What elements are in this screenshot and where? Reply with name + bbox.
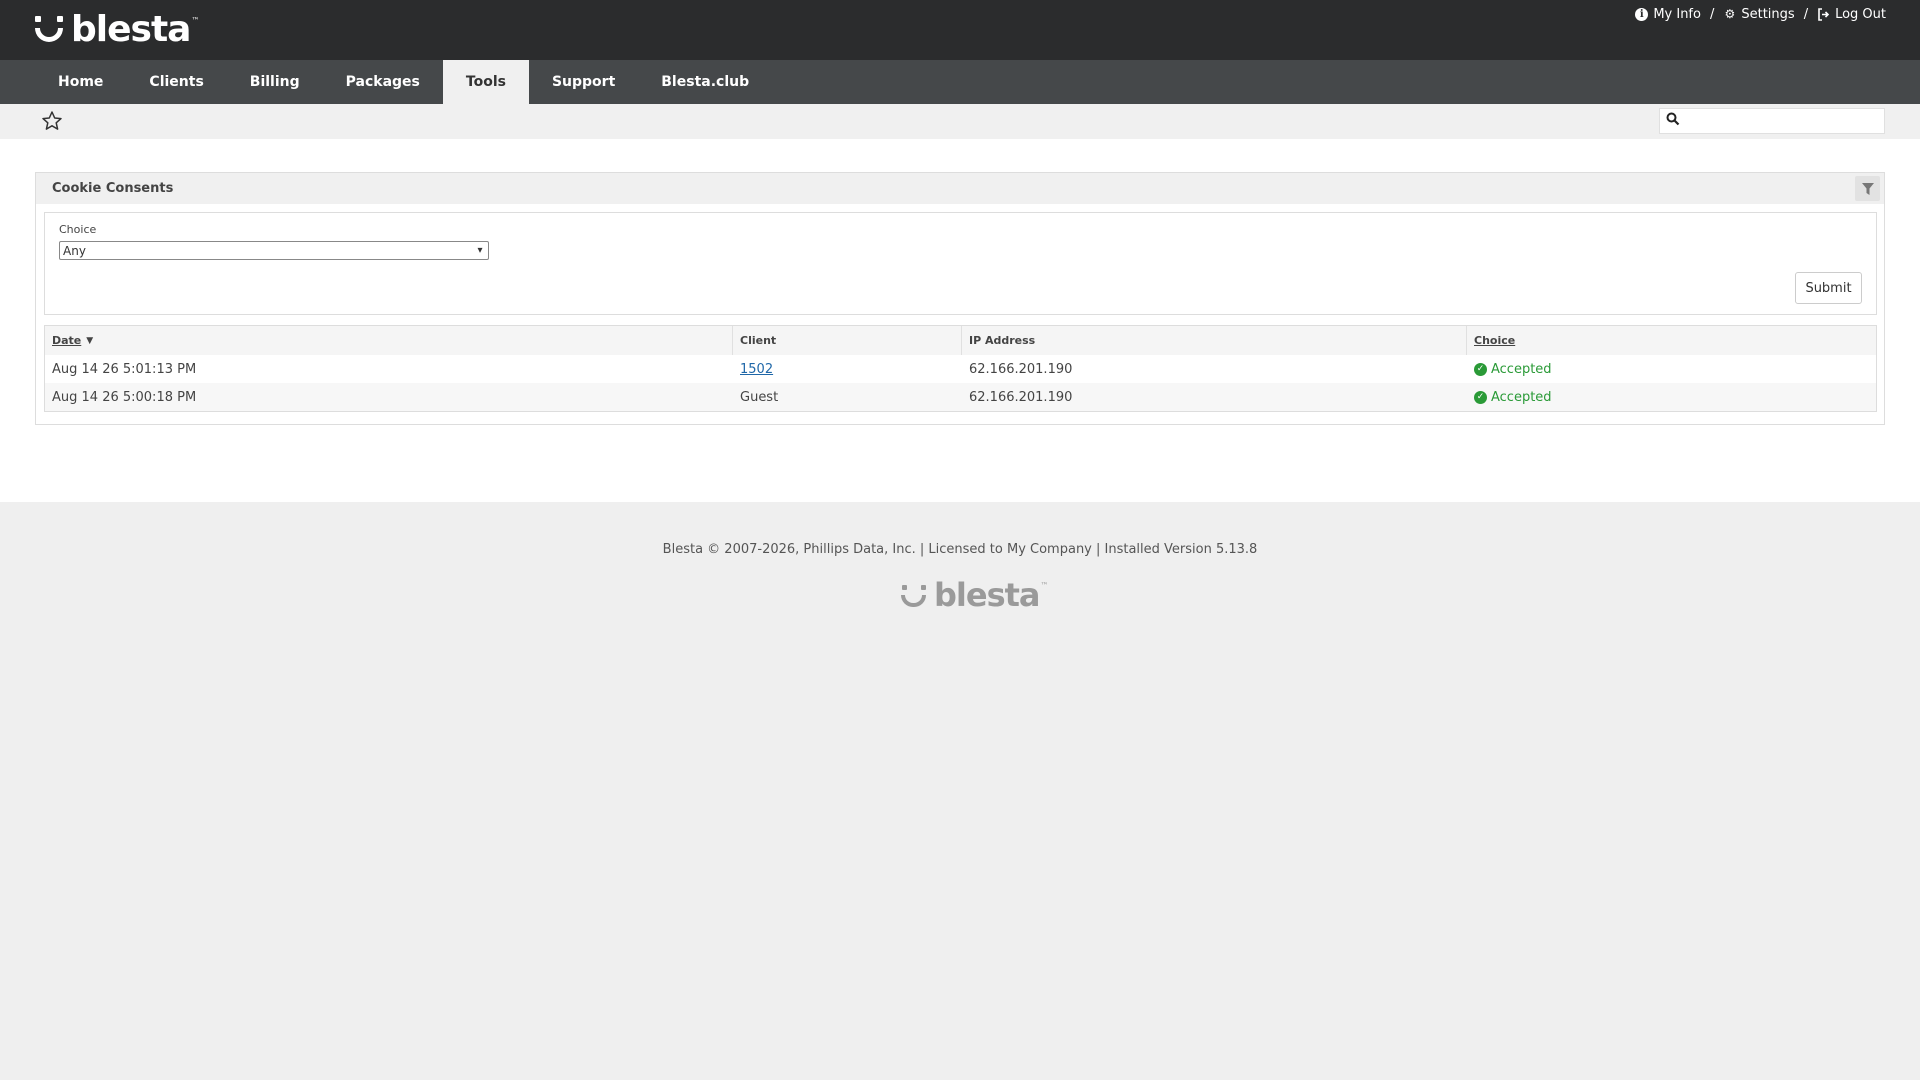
- chevron-down-icon: ▾: [477, 245, 483, 256]
- nav-separator: /: [1803, 7, 1809, 22]
- sort-desc-icon: ▼: [86, 335, 94, 346]
- nav-tools[interactable]: Tools: [442, 60, 529, 104]
- table-row: Aug 14 26 5:00:18 PM Guest 62.166.201.19…: [45, 383, 1876, 411]
- logo-trademark: ™: [191, 16, 200, 25]
- logout-link[interactable]: Log Out: [1817, 7, 1886, 22]
- settings-label: Settings: [1741, 7, 1795, 22]
- nav-clients[interactable]: Clients: [126, 60, 226, 104]
- info-circle-icon: i: [1635, 8, 1649, 21]
- footer-copyright: Blesta © 2007-2026, Phillips Data, Inc. …: [662, 542, 1258, 557]
- choice-select[interactable]: Any ▾: [59, 241, 489, 260]
- logout-label: Log Out: [1835, 7, 1886, 22]
- blesta-logo[interactable]: blesta ™: [33, 12, 199, 48]
- check-circle-icon: ✓: [1474, 390, 1487, 404]
- choice-filter-label: Choice: [59, 223, 97, 236]
- row-date: Aug 14 26 5:00:18 PM: [52, 389, 197, 405]
- row-ip: 62.166.201.190: [969, 389, 1073, 405]
- main-navigation: Home Clients Billing Packages Tools Supp…: [0, 60, 1920, 104]
- footer-logo-trademark: ™: [1040, 581, 1049, 590]
- settings-link[interactable]: ⚙ Settings: [1723, 7, 1794, 22]
- date-column-header[interactable]: Date ▼: [45, 326, 733, 355]
- row-ip: 62.166.201.190: [969, 361, 1073, 377]
- client-link[interactable]: 1502: [740, 362, 773, 377]
- table-header: Date ▼ Client IP Address Choice: [45, 326, 1876, 355]
- filter-form: Choice Any ▾ Submit: [44, 212, 1877, 315]
- cookie-consents-panel: Cookie Consents Choice Any ▾ Submit Date…: [35, 172, 1885, 425]
- logo-text: blesta: [71, 9, 191, 50]
- page-footer: Blesta © 2007-2026, Phillips Data, Inc. …: [0, 502, 1920, 1080]
- search-icon: [1660, 112, 1686, 130]
- submit-button[interactable]: Submit: [1795, 272, 1862, 304]
- nav-home[interactable]: Home: [35, 60, 126, 104]
- smile-logo-mark: [900, 581, 930, 609]
- row-client: Guest: [740, 389, 779, 405]
- status-badge: ✓ Accepted: [1474, 362, 1552, 377]
- choice-column-header[interactable]: Choice: [1467, 326, 1876, 355]
- filter-icon: [1861, 182, 1874, 195]
- nav-support[interactable]: Support: [529, 60, 638, 104]
- star-outline-icon[interactable]: [41, 110, 63, 132]
- sub-toolbar: [0, 104, 1920, 139]
- smile-logo-mark: [33, 14, 67, 46]
- search-input[interactable]: [1686, 110, 1884, 132]
- row-date: Aug 14 26 5:01:13 PM: [52, 361, 197, 377]
- search-box: [1659, 108, 1885, 134]
- my-info-link[interactable]: i My Info: [1635, 7, 1701, 22]
- filter-toggle-button[interactable]: [1855, 176, 1880, 201]
- gear-icon: ⚙: [1724, 7, 1736, 21]
- footer-logo[interactable]: blesta ™: [900, 577, 1049, 613]
- client-column-header: Client: [733, 326, 962, 355]
- status-badge: ✓ Accepted: [1474, 390, 1552, 405]
- nav-packages[interactable]: Packages: [323, 60, 443, 104]
- choice-selected-value: Any: [63, 243, 86, 258]
- sign-out-icon: [1817, 8, 1830, 21]
- table-row: Aug 14 26 5:01:13 PM 1502 62.166.201.190…: [45, 355, 1876, 383]
- nav-blesta-club[interactable]: Blesta.club: [638, 60, 772, 104]
- ip-column-header: IP Address: [962, 326, 1467, 355]
- panel-header: Cookie Consents: [36, 173, 1884, 204]
- nav-separator: /: [1709, 7, 1715, 22]
- nav-billing[interactable]: Billing: [227, 60, 323, 104]
- my-info-label: My Info: [1653, 7, 1701, 22]
- footer-logo-text: blesta: [934, 576, 1041, 614]
- top-header: blesta ™ i My Info / ⚙ Settings / Log Ou…: [0, 0, 1920, 60]
- consents-table: Date ▼ Client IP Address Choice Aug 14 2…: [44, 325, 1877, 412]
- panel-title: Cookie Consents: [52, 181, 174, 196]
- check-circle-icon: ✓: [1474, 362, 1487, 376]
- user-nav: i My Info / ⚙ Settings / Log Out: [1635, 7, 1886, 22]
